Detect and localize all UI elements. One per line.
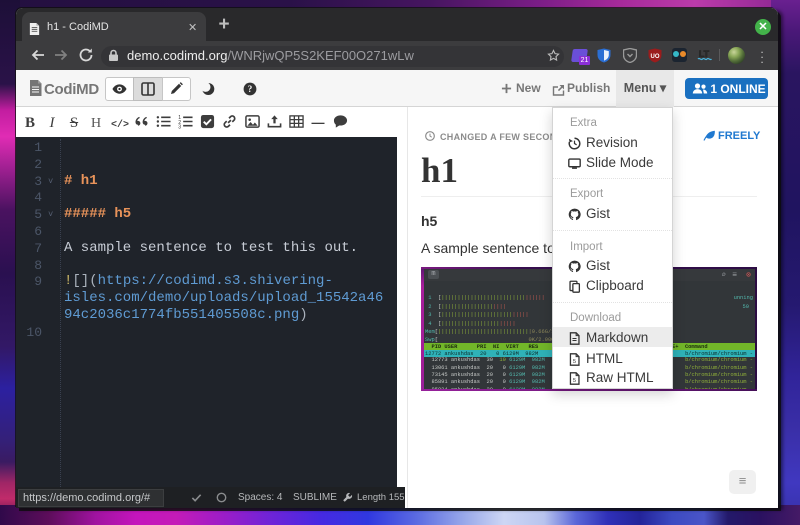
svg-text:UO: UO — [651, 54, 660, 60]
svg-text:3: 3 — [178, 124, 181, 129]
svg-text:LT: LT — [699, 49, 710, 59]
svg-text:5: 5 — [573, 378, 576, 384]
svg-text:?: ? — [248, 84, 253, 94]
svg-text:5: 5 — [573, 359, 576, 365]
